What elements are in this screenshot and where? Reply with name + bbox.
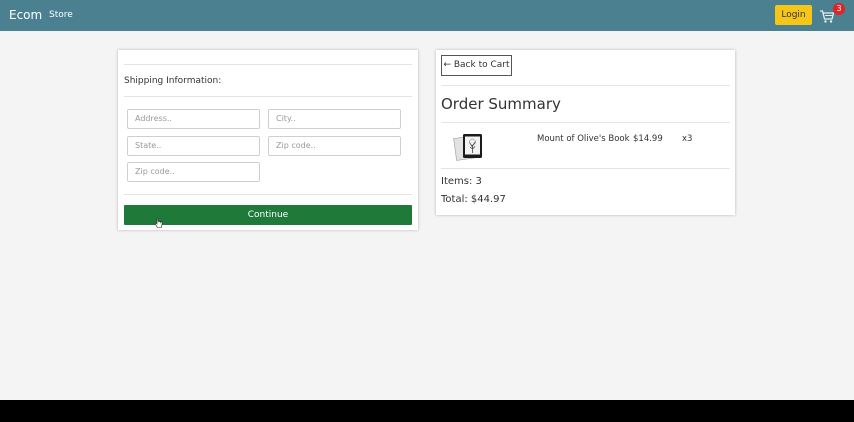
items-count: Items: 3 [441,176,482,187]
order-summary-title: Order Summary [441,95,561,113]
bottom-bar [0,400,854,422]
order-total: Total: $44.97 [441,194,506,205]
nav-store-link[interactable]: Store [49,10,73,20]
divider [441,122,730,123]
item-price: $14.99 [633,134,663,144]
cart-count-badge: 3 [833,3,845,15]
navbar: Ecom Store Login 3 [0,0,854,31]
divider [441,168,730,169]
zipcode-input[interactable]: Zip code.. [268,136,401,156]
address-input[interactable]: Address.. [127,109,260,129]
login-button[interactable]: Login [775,5,812,25]
pointer-cursor-icon [154,217,163,228]
order-summary-card: ← Back to Cart Order Summary Mount of Ol… [436,50,735,215]
divider [124,64,412,65]
shipping-card: Shipping Information: Address.. City.. S… [118,50,418,230]
state-input[interactable]: State.. [127,136,260,156]
divider [124,194,412,195]
divider [124,96,412,97]
city-input[interactable]: City.. [268,109,401,129]
item-quantity: x3 [682,134,693,144]
book-thumbnail-icon [453,134,482,161]
back-to-cart-button[interactable]: ← Back to Cart [441,55,512,76]
divider [441,85,730,86]
item-name: Mount of Olive's Book [537,134,630,144]
continue-button[interactable]: Continue [124,205,412,225]
shipping-title: Shipping Information: [124,76,222,86]
zipcode-input-2[interactable]: Zip code.. [127,162,260,182]
brand-logo[interactable]: Ecom [9,8,42,22]
